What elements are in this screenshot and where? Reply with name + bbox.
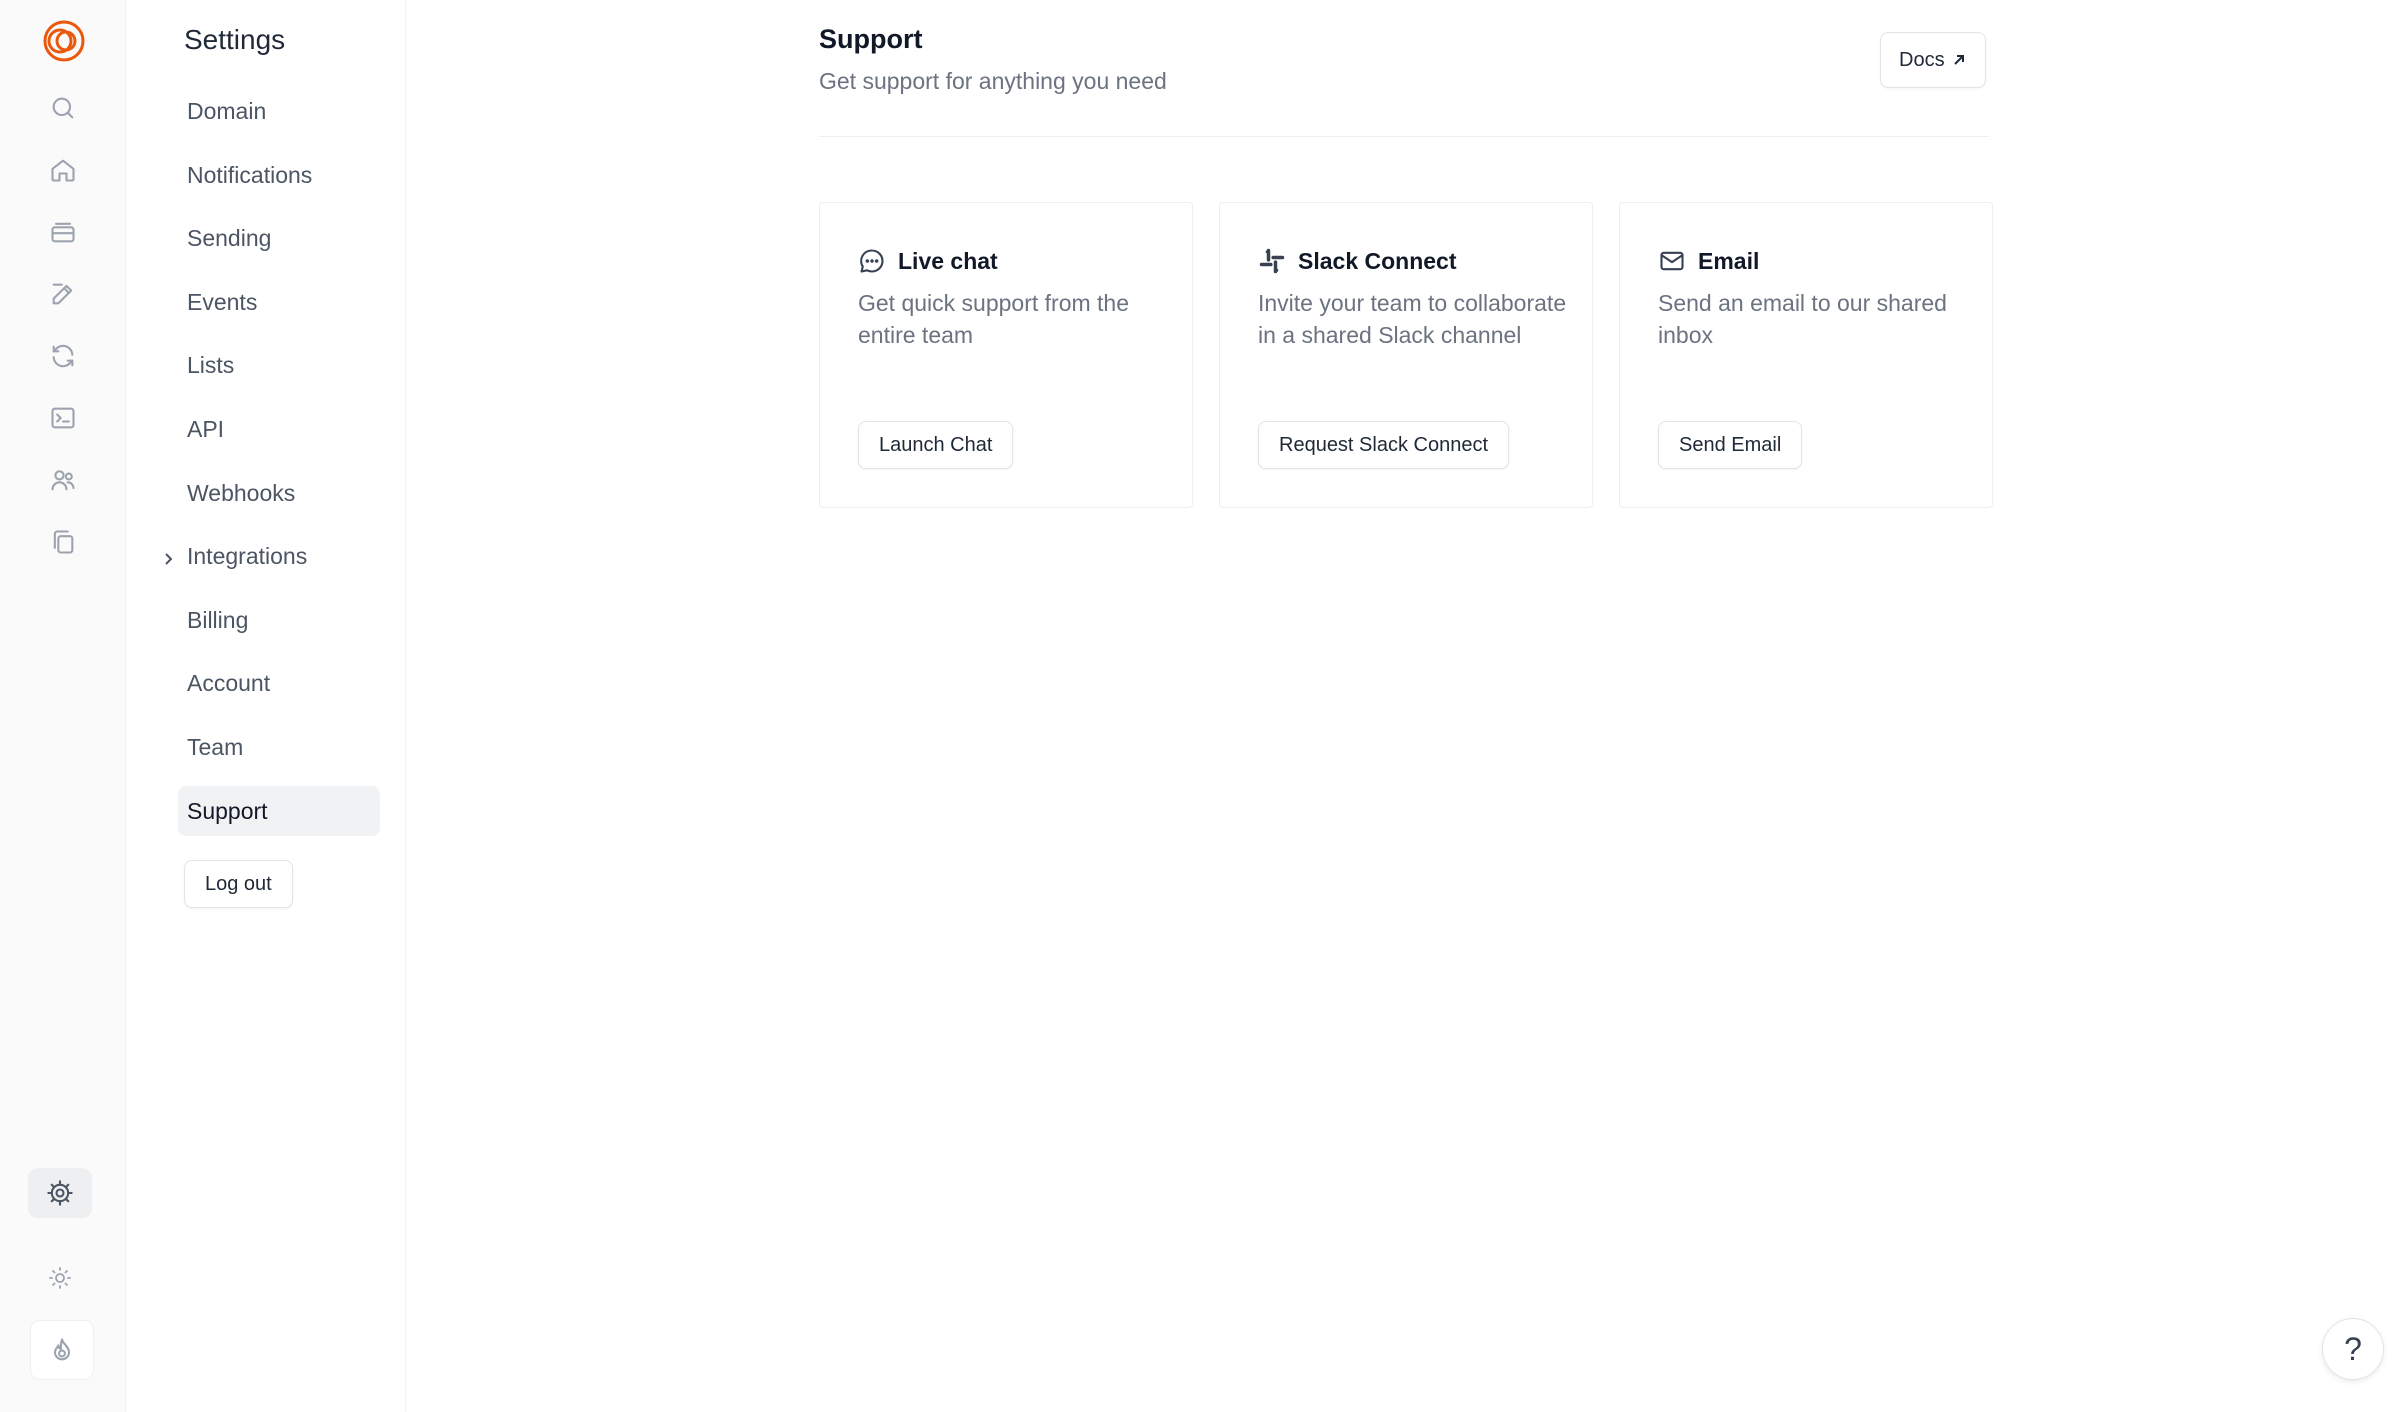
sidebar-item-label: Integrations (187, 542, 308, 569)
sidebar-item-account[interactable]: Account (178, 658, 380, 708)
sidebar-item-support[interactable]: Support (178, 786, 380, 836)
main-content: Support Get support for anything you nee… (406, 0, 2400, 1412)
support-card-email: Email Send an email to our shared inbox … (1619, 202, 1993, 508)
gear-icon[interactable] (28, 1168, 92, 1218)
inbox-icon[interactable] (33, 206, 93, 258)
sidebar-item-label: Billing (187, 606, 249, 633)
sidebar-item-label: Account (187, 669, 271, 696)
page-title: Support (819, 24, 923, 54)
card-description: Invite your team to collaborate in a sha… (1258, 290, 1567, 348)
request-slack-connect-button[interactable]: Request Slack Connect (1258, 421, 1510, 469)
sidebar-item-api[interactable]: API (178, 404, 380, 454)
sidebar-item-label: API (187, 415, 225, 442)
settings-sidebar: Settings Domain Notifications Sending Ev… (126, 0, 406, 1412)
home-icon[interactable] (33, 144, 93, 196)
sidebar-title: Settings (184, 24, 286, 55)
chat-bubble-icon (860, 249, 884, 273)
copy-icon[interactable] (33, 516, 93, 568)
users-icon[interactable] (33, 454, 93, 506)
card-header: Live chat (858, 247, 998, 275)
card-description: Get quick support from the entire team (858, 290, 1130, 348)
sidebar-item-lists[interactable]: Lists (178, 340, 380, 390)
search-icon[interactable] (33, 82, 93, 134)
docs-button[interactable]: Docs (1880, 32, 1986, 88)
external-link-icon (1953, 55, 1964, 65)
card-title: Slack Connect (1298, 247, 1457, 274)
sidebar-item-label: Domain (187, 97, 267, 124)
app-window: Settings Domain Notifications Sending Ev… (0, 0, 2400, 1412)
chevron-right-icon[interactable] (162, 547, 178, 565)
support-card-slack-connect: Slack Connect Invite your team to collab… (1219, 202, 1593, 508)
icon-rail (0, 0, 126, 1412)
docs-label: Docs (1899, 48, 1945, 71)
sidebar-item-sending[interactable]: Sending (178, 213, 380, 263)
sidebar-item-domain[interactable]: Domain (178, 86, 380, 136)
card-title: Email (1698, 247, 1760, 274)
launch-chat-button[interactable]: Launch Chat (858, 421, 1014, 469)
sun-icon[interactable] (30, 1252, 90, 1304)
card-title: Live chat (898, 247, 998, 274)
sidebar-item-team[interactable]: Team (178, 722, 380, 772)
slack-icon (1259, 248, 1285, 274)
flame-icon[interactable] (30, 1320, 94, 1380)
sidebar-item-notifications[interactable]: Notifications (178, 150, 380, 200)
sidebar-item-label: Webhooks (187, 479, 296, 506)
sidebar-item-label: Notifications (187, 161, 313, 188)
help-button[interactable]: ? (2322, 1318, 2384, 1380)
sidebar-item-webhooks[interactable]: Webhooks (178, 468, 380, 518)
page-subtitle: Get support for anything you need (819, 68, 1167, 94)
sidebar-item-label: Sending (187, 224, 272, 251)
support-card-live-chat: Live chat Get quick support from the ent… (819, 202, 1193, 508)
header-divider (819, 136, 1989, 137)
edit-icon[interactable] (33, 268, 93, 320)
sidebar-item-label: Events (187, 288, 258, 315)
refresh-icon[interactable] (33, 330, 93, 382)
sidebar-item-events[interactable]: Events (178, 277, 380, 327)
terminal-icon[interactable] (33, 392, 93, 444)
sidebar-item-billing[interactable]: Billing (178, 595, 380, 645)
send-email-button[interactable]: Send Email (1658, 421, 1803, 469)
sidebar-item-label: Lists (187, 351, 235, 378)
card-header: Email (1658, 247, 1759, 275)
logout-button[interactable]: Log out (184, 860, 293, 908)
sidebar-item-integrations[interactable]: Integrations (165, 531, 380, 581)
sidebar-item-label: Team (187, 733, 244, 760)
card-header: Slack Connect (1258, 247, 1457, 275)
mail-icon (1660, 251, 1684, 271)
sidebar-item-label: Support (187, 797, 268, 824)
card-description: Send an email to our shared inbox (1658, 290, 1947, 348)
loops-logo-icon[interactable] (42, 19, 86, 63)
